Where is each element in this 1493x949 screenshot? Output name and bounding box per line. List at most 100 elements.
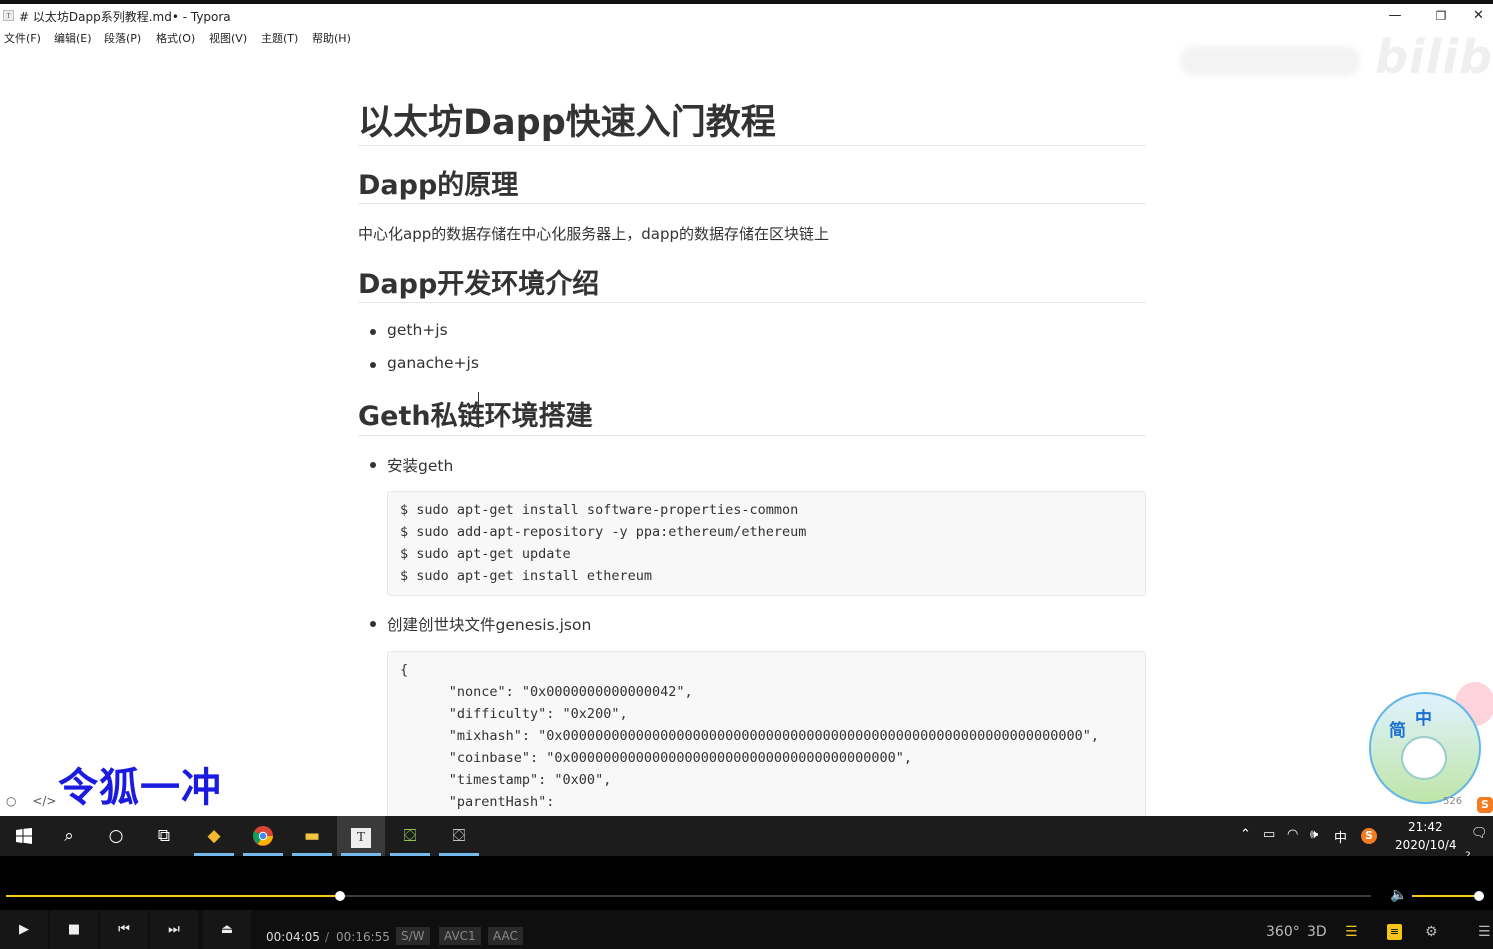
code-line: "parentHash":	[400, 794, 555, 810]
doc-heading-geth: Geth私链环境搭建	[358, 401, 593, 432]
doc-heading-principle: Dapp的原理	[358, 170, 519, 201]
doc-heading-env: Dapp开发环境介绍	[358, 269, 600, 300]
battery-icon[interactable]: ▭	[1263, 827, 1275, 842]
code-line: "timestamp": "0x00",	[400, 772, 612, 788]
code-block-genesis[interactable]: { "nonce": "0x0000000000000042", "diffic…	[387, 651, 1146, 816]
typora-taskbar-icon[interactable]: T	[337, 816, 385, 856]
windows-start-icon[interactable]	[0, 816, 48, 856]
menu-view[interactable]: 视图(V)	[209, 30, 247, 46]
sticker-zhong-text: 中	[1415, 709, 1432, 729]
ime-mode-indicator[interactable]: 中	[1334, 827, 1347, 846]
settings-gear-icon[interactable]: ⚙	[1425, 924, 1438, 940]
sticker-jian-text: 简	[1389, 721, 1406, 741]
search-icon[interactable]: ⌕	[45, 816, 93, 856]
volume-level	[1412, 895, 1479, 897]
code-line: $ sudo apt-get install software-properti…	[400, 502, 799, 518]
mascot-figure	[1401, 736, 1447, 780]
restore-button[interactable]: ❐	[1418, 5, 1464, 27]
close-button[interactable]: ✕	[1464, 5, 1493, 27]
code-line: "mixhash": "0x00000000000000000000000000…	[400, 728, 1099, 744]
list-item: ganache+js	[387, 354, 479, 372]
list-bullet	[370, 462, 376, 468]
menu-icon[interactable]: ☰	[1478, 924, 1491, 940]
tray-overflow-icon[interactable]: ⌃	[1240, 827, 1251, 842]
menu-format[interactable]: 格式(O)	[156, 30, 195, 46]
play-button[interactable]: ▶	[0, 910, 48, 949]
mascot-circle: 简 中	[1369, 692, 1481, 804]
seek-handle[interactable]	[335, 891, 346, 901]
player-control-bar: ▶ ■ ⏮ ⏭ ⏏ 00:04:05 / 00:16:55 S/W AVC1 A…	[0, 910, 1493, 949]
menu-paragraph[interactable]: 段落(P)	[104, 30, 141, 46]
code-line: $ sudo add-apt-repository -y ppa:ethereu…	[400, 524, 807, 540]
heading-divider	[358, 435, 1146, 436]
list-item: 创建创世块文件genesis.json	[387, 616, 592, 634]
audio-codec-badge[interactable]: AAC	[488, 927, 523, 945]
window-title: # 以太坊Dapp系列教程.md• - Typora	[19, 10, 231, 24]
code-line: $ sudo apt-get install ethereum	[400, 568, 652, 584]
terminal-app-icon[interactable]: ⛋	[386, 816, 434, 856]
menu-theme[interactable]: 主题(T)	[261, 30, 298, 46]
list-item: geth+js	[387, 321, 448, 339]
eject-button[interactable]: ⏏	[203, 910, 251, 949]
typora-window: T # 以太坊Dapp系列教程.md• - Typora — ❐ ✕ 文件(F)…	[0, 0, 1493, 816]
taskbar-app-tools-icon[interactable]: ◆	[190, 816, 238, 856]
bilibili-watermark: bilibili	[1180, 30, 1493, 88]
code-line: "difficulty": "0x200",	[400, 706, 628, 722]
list-item: 安装geth	[387, 457, 454, 475]
code-block-install[interactable]: $ sudo apt-get install software-properti…	[387, 491, 1146, 596]
task-view-icon[interactable]: ⧉	[140, 816, 188, 856]
video-codec-badge[interactable]: AVC1	[439, 927, 481, 945]
windows-taskbar: ⌕ ○ ⧉ ◆ ▬ T ⛋ ⛋ ⌃ ▭ ◠ 🕪 中 S 21:42 2020/1…	[0, 816, 1493, 861]
previous-button[interactable]: ⏮	[100, 910, 148, 949]
video-overlay-text: 令狐一冲	[58, 764, 222, 811]
decoder-badge[interactable]: S/W	[396, 927, 430, 945]
time-separator: /	[325, 930, 330, 944]
next-button[interactable]: ⏭	[150, 910, 198, 949]
remote-app-icon[interactable]: ⛋	[435, 816, 483, 856]
list-bullet	[370, 362, 376, 368]
menu-help[interactable]: 帮助(H)	[312, 30, 351, 46]
subtitle-icon[interactable]: ≡	[1387, 924, 1402, 940]
title-bar[interactable]: T # 以太坊Dapp系列教程.md• - Typora — ❐ ✕	[0, 4, 1493, 28]
file-explorer-icon[interactable]: ▬	[288, 816, 336, 856]
volume-tray-icon[interactable]: 🕪	[1310, 827, 1318, 842]
code-line: {	[400, 662, 409, 678]
doc-paragraph: 中心化app的数据存储在中心化服务器上，dapp的数据存储在区块链上	[358, 225, 829, 243]
sogou-tray-icon[interactable]: S	[1361, 828, 1377, 844]
menu-edit[interactable]: 编辑(E)	[54, 30, 92, 46]
status-bar-left: ○ </>	[6, 794, 56, 808]
outline-toggle-icon[interactable]: ○	[6, 794, 16, 808]
clock-date[interactable]: 2020/10/4	[1395, 838, 1457, 852]
total-time: 00:16:55	[336, 930, 390, 944]
watermark-uploader-name	[1180, 46, 1360, 76]
volume-icon[interactable]: 🔈	[1390, 887, 1407, 903]
sogou-ime-icon[interactable]: S	[1477, 797, 1493, 813]
volume-handle[interactable]	[1473, 891, 1484, 901]
minimize-button[interactable]: —	[1372, 5, 1418, 27]
ime-mascot-sticker[interactable]: 简 中 526	[1367, 682, 1493, 816]
playlist-search-icon[interactable]: ☰	[1345, 924, 1358, 940]
cortana-icon[interactable]: ○	[92, 816, 140, 856]
stop-button[interactable]: ■	[50, 910, 98, 949]
code-line: "coinbase": "0x0000000000000000000000000…	[400, 750, 913, 766]
media-player: 🔈 ▶ ■ ⏮ ⏭ ⏏ 00:04:05 / 00:16:55 S/W AVC1…	[0, 856, 1493, 949]
typora-app-icon: T	[3, 10, 14, 21]
heading-divider	[358, 302, 1146, 303]
list-bullet	[370, 621, 376, 627]
network-icon[interactable]: ◠	[1287, 827, 1298, 842]
heading-divider	[358, 145, 1146, 146]
current-time: 00:04:05	[266, 930, 320, 944]
bilibili-logo: bilibili	[1375, 30, 1493, 84]
sticker-count: 526	[1443, 796, 1463, 807]
notification-icon: 🗨	[1471, 826, 1488, 841]
clock-time[interactable]: 21:42	[1408, 820, 1443, 834]
notification-center-icon[interactable]: 🗨 2	[1465, 826, 1493, 861]
vr-360-button[interactable]: 360°	[1266, 924, 1300, 940]
menu-file[interactable]: 文件(F)	[4, 30, 41, 46]
code-line: $ sudo apt-get update	[400, 546, 571, 562]
source-code-mode-icon[interactable]: </>	[32, 794, 56, 808]
chrome-icon[interactable]	[239, 816, 287, 856]
3d-button[interactable]: 3D	[1307, 924, 1327, 940]
list-bullet	[370, 329, 376, 335]
heading-divider	[358, 203, 1146, 204]
